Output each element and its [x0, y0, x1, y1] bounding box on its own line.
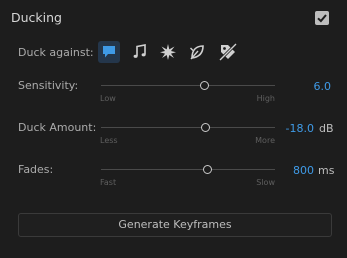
no-tag-icon — [218, 42, 238, 62]
fades-value[interactable]: 800 — [293, 164, 314, 177]
duck-amount-label: Duck Amount: — [18, 121, 97, 134]
duck-amount-slider-thumb[interactable] — [201, 123, 211, 132]
sensitivity-label: Sensitivity: — [18, 79, 79, 92]
speech-bubble-icon — [103, 46, 115, 58]
leaf-icon — [190, 45, 204, 60]
fades-unit: ms — [318, 164, 335, 177]
duck-amount-min-label: Less — [100, 136, 118, 145]
section-title: Ducking — [11, 10, 62, 25]
fades-slider[interactable] — [101, 165, 275, 174]
duck-option-sfx[interactable] — [157, 41, 179, 63]
sensitivity-slider[interactable] — [101, 81, 275, 90]
ducking-enable-checkbox[interactable] — [315, 11, 329, 25]
fades-label: Fades: — [18, 163, 54, 176]
duck-option-dialogue[interactable] — [98, 41, 120, 63]
fades-max-label: Slow — [256, 178, 275, 187]
music-note-icon — [133, 44, 146, 58]
burst-icon — [160, 44, 176, 60]
fades-slider-thumb[interactable] — [203, 165, 213, 174]
sensitivity-max-label: High — [256, 94, 275, 103]
fades-min-label: Fast — [100, 178, 117, 187]
sensitivity-slider-thumb[interactable] — [199, 81, 209, 90]
duck-amount-max-label: More — [255, 136, 275, 145]
sensitivity-min-label: Low — [100, 94, 116, 103]
duck-against-label: Duck against: — [18, 46, 94, 59]
duck-amount-unit: dB — [319, 122, 334, 135]
ducking-panel: Ducking Duck against: Sensitivity: Low H… — [0, 0, 347, 258]
duck-option-unassigned[interactable] — [217, 41, 239, 63]
sensitivity-value[interactable]: 6.0 — [314, 80, 332, 93]
duck-option-ambience[interactable] — [186, 41, 208, 63]
duck-amount-value[interactable]: -18.0 — [286, 122, 314, 135]
generate-keyframes-button[interactable]: Generate Keyframes — [18, 213, 332, 237]
checkmark-icon — [317, 14, 327, 23]
duck-amount-slider[interactable] — [101, 123, 275, 132]
duck-option-music[interactable] — [129, 41, 151, 63]
